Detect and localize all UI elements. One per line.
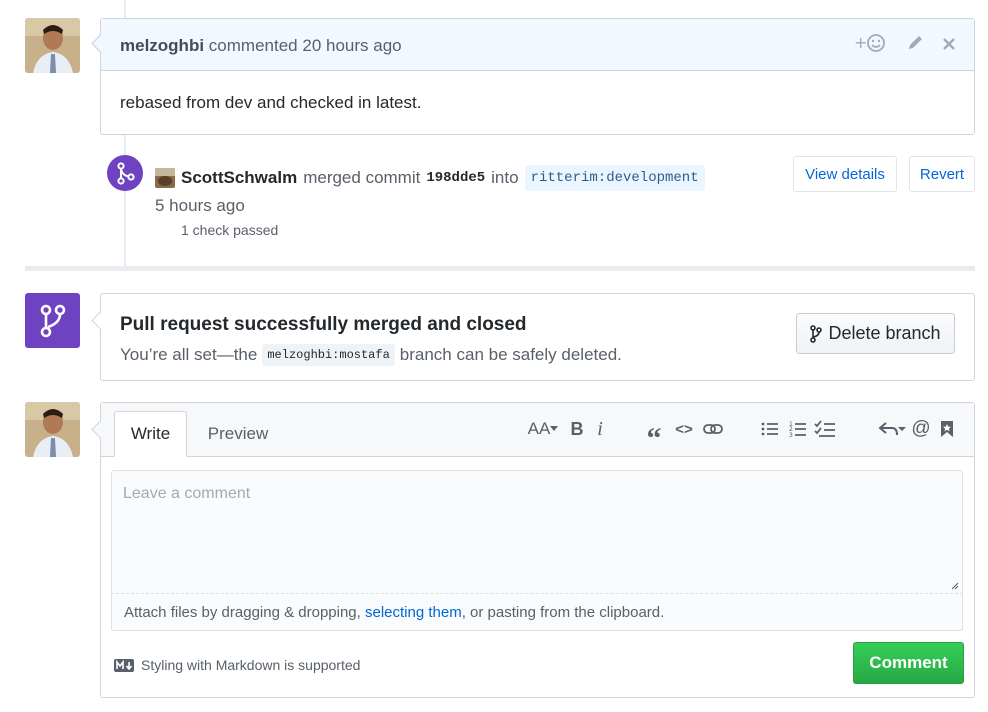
- merge-badge: [107, 155, 143, 191]
- merged-caret: [91, 311, 110, 330]
- italic-icon[interactable]: i: [593, 417, 607, 441]
- revert-button[interactable]: Revert: [909, 156, 975, 192]
- markdown-note[interactable]: Styling with Markdown is supported: [114, 657, 360, 673]
- code-icon[interactable]: <>: [673, 417, 695, 441]
- comment-submit-button[interactable]: Comment: [853, 642, 964, 684]
- unordered-list-icon[interactable]: [759, 417, 781, 441]
- commit-sha[interactable]: 198dde5: [426, 170, 485, 186]
- merged-title: Pull request successfully merged and clo…: [120, 314, 527, 335]
- merged-state-icon: [25, 293, 80, 348]
- svg-text:3: 3: [789, 432, 793, 438]
- pencil-icon[interactable]: [906, 34, 924, 57]
- caret-down-icon: [550, 426, 559, 431]
- select-files-link[interactable]: selecting them: [365, 604, 462, 621]
- delete-branch-button[interactable]: Delete branch: [796, 313, 955, 354]
- comment-actions: +: [854, 33, 956, 58]
- file-attach-bar[interactable]: Attach files by dragging & dropping, sel…: [111, 582, 963, 631]
- task-list-icon[interactable]: [813, 417, 837, 441]
- merge-action: merged commit: [303, 168, 421, 187]
- timeline-separator: [25, 266, 975, 271]
- quote-icon[interactable]: “: [643, 417, 665, 455]
- merged-status-box: Pull request successfully merged and clo…: [91, 293, 975, 381]
- reply-icon[interactable]: [877, 417, 907, 441]
- git-merge-icon: [117, 162, 135, 185]
- source-branch[interactable]: melzoghbi:mostafa: [262, 344, 395, 366]
- attach-prefix: Attach files by dragging & dropping,: [124, 604, 365, 621]
- header-icon[interactable]: AA: [525, 417, 561, 441]
- comment-body: rebased from dev and checked in latest.: [120, 93, 422, 112]
- comment-time[interactable]: 20 hours ago: [302, 36, 401, 55]
- mention-icon[interactable]: @: [911, 417, 931, 441]
- checks-status[interactable]: 1 check passed: [181, 222, 278, 238]
- form-tabs: Write Preview AA B i “ <> 123 @: [101, 403, 974, 457]
- add-reaction-icon[interactable]: +: [854, 33, 888, 58]
- comment-action: commented: [208, 36, 298, 55]
- target-branch[interactable]: ritterim:development: [524, 165, 705, 191]
- tab-write[interactable]: Write: [114, 411, 187, 457]
- git-merge-icon: [40, 304, 66, 338]
- saved-replies-icon[interactable]: [939, 417, 955, 441]
- mini-avatar[interactable]: [155, 168, 175, 188]
- ordered-list-icon[interactable]: 123: [787, 417, 809, 441]
- comment-meta: melzoghbi commented 20 hours ago: [120, 36, 402, 56]
- merged-prefix: You’re all set—the: [120, 345, 258, 364]
- view-details-button[interactable]: View details: [793, 156, 897, 192]
- delete-branch-label: Delete branch: [828, 323, 941, 343]
- merged-suffix: branch can be safely deleted.: [399, 345, 622, 364]
- new-comment-form: Write Preview AA B i “ <> 123 @ Leave a …: [91, 402, 975, 698]
- link-icon[interactable]: [701, 417, 725, 441]
- close-icon[interactable]: [942, 35, 956, 56]
- comment-author[interactable]: melzoghbi: [120, 36, 204, 55]
- markdown-note-label: Styling with Markdown is supported: [141, 657, 361, 673]
- comment-header: melzoghbi commented 20 hours ago +: [101, 19, 974, 71]
- bold-icon[interactable]: B: [569, 417, 585, 441]
- merged-subtitle: You’re all set—the melzoghbi:mostafa bra…: [120, 344, 622, 366]
- git-branch-icon: [810, 324, 823, 343]
- merge-actor[interactable]: ScottSchwalm: [181, 168, 297, 188]
- svg-text:+: +: [854, 33, 867, 52]
- markdown-icon: [114, 658, 134, 672]
- header-glyph: AA: [527, 419, 551, 438]
- attach-suffix: , or pasting from the clipboard.: [461, 604, 665, 621]
- merge-into: into: [491, 168, 519, 187]
- merge-time[interactable]: 5 hours ago: [155, 196, 245, 216]
- resize-handle-icon[interactable]: [951, 582, 959, 590]
- comment-box: melzoghbi commented 20 hours ago + rebas…: [91, 18, 975, 135]
- tab-preview[interactable]: Preview: [195, 411, 281, 457]
- avatar[interactable]: [25, 18, 80, 73]
- merge-event-summary: ScottSchwalm merged commit 198dde5 into …: [155, 165, 705, 191]
- avatar[interactable]: [25, 402, 80, 457]
